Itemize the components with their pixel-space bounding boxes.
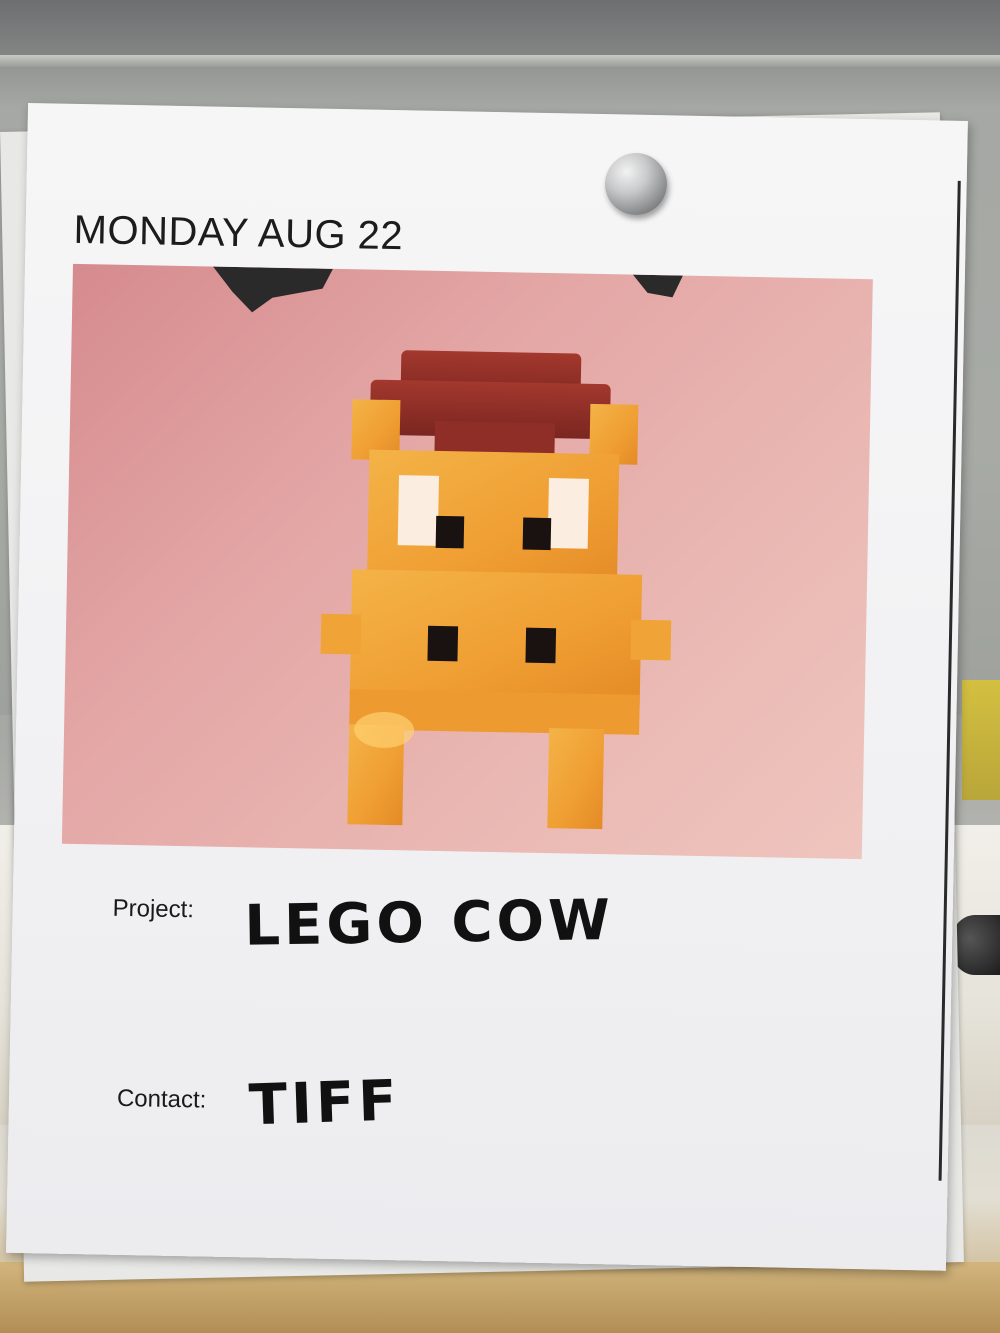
cow-nostril-right <box>525 627 557 664</box>
project-sign-sheet: MONDAY AUG 22 Project: LEGO COW Contact:… <box>6 102 968 1271</box>
binder-clip-right <box>632 274 683 298</box>
project-label: Project: <box>112 894 195 924</box>
rail-top-edge <box>0 55 1000 67</box>
cow-eye-white-left <box>397 475 440 546</box>
cow-leg-right <box>547 728 605 830</box>
cow-snout <box>349 569 643 705</box>
contact-label: Contact: <box>116 1084 207 1114</box>
photo-scene: MONDAY AUG 22 Project: LEGO COW Contact:… <box>0 0 1000 1333</box>
sign-date: MONDAY AUG 22 <box>73 207 404 259</box>
lego-cow-photo <box>61 263 873 860</box>
cow-ear-right <box>630 619 672 661</box>
contact-value: TIFF <box>247 1068 402 1139</box>
cow-nostril-left <box>427 625 459 662</box>
cow-eye-white-right <box>547 478 589 549</box>
project-value: LEGO COW <box>243 887 615 959</box>
yellow-object <box>962 680 1000 800</box>
cow-ear-left <box>320 613 362 655</box>
magnet <box>605 153 667 215</box>
lego-cow-illustration <box>212 266 683 830</box>
binder-clip-left <box>212 266 333 313</box>
cow-eye-right <box>522 517 552 551</box>
cow-eye-left <box>435 515 465 549</box>
